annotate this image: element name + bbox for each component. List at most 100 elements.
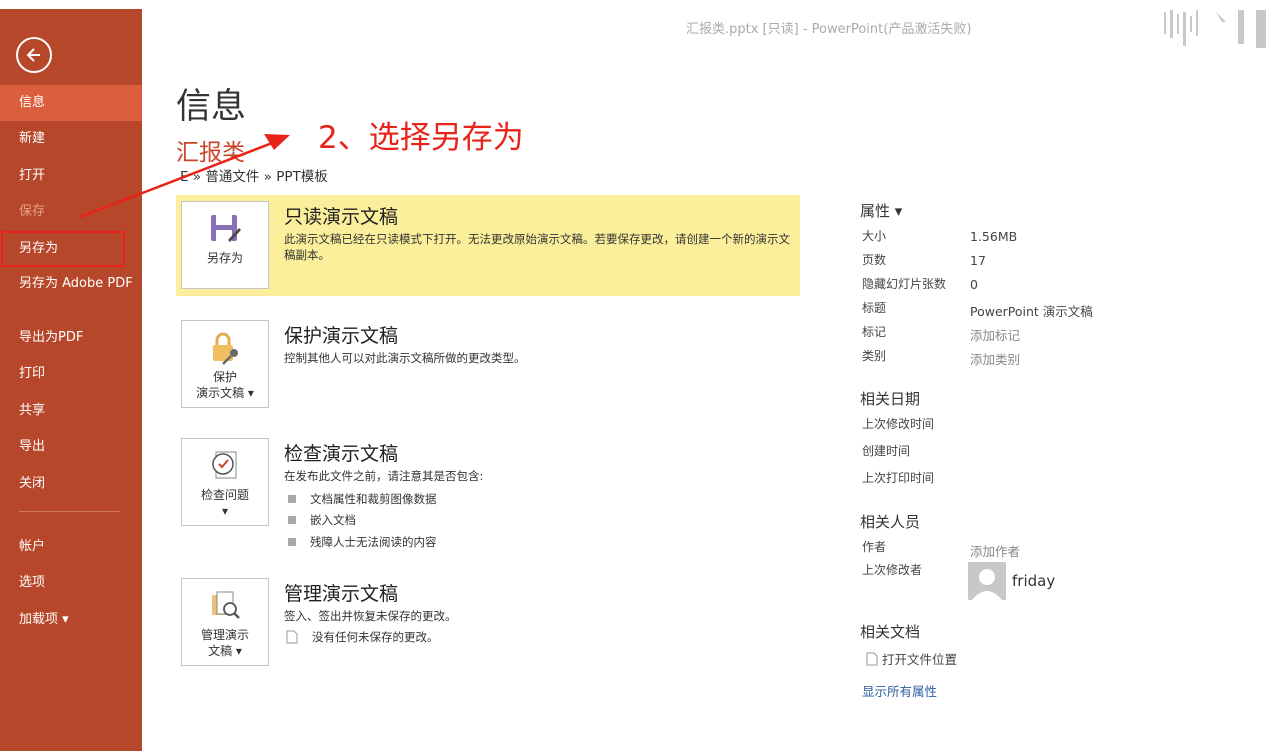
list-item: 没有任何未保存的更改。	[284, 626, 439, 648]
nav-close[interactable]: 关闭	[0, 466, 142, 502]
bullet-icon	[288, 537, 296, 546]
manage-note-text: 没有任何未保存的更改。	[312, 629, 439, 644]
backstage-sidebar: 信息 新建 打开 保存 另存为 另存为 Adobe PDF 导出为PDF 打印 …	[0, 9, 142, 751]
backstage-nav: 信息 新建 打开 保存 另存为 另存为 Adobe PDF 导出为PDF 打印 …	[0, 85, 142, 638]
prop-value-hidden-slides: 0	[970, 277, 978, 292]
avatar	[968, 562, 1006, 600]
protect-section: 保护 演示文稿 ▾ 保护演示文稿 控制其他人可以对此演示文稿所做的更改类型。	[176, 314, 800, 414]
show-all-properties-link[interactable]: 显示所有属性	[862, 681, 937, 700]
list-item: 嵌入文档	[284, 510, 437, 532]
bullet-icon	[288, 494, 296, 503]
lock-key-icon	[213, 332, 238, 365]
chevron-down-icon: ▾	[221, 504, 228, 518]
nav-save[interactable]: 保存	[0, 194, 142, 230]
protect-desc: 控制其他人可以对此演示文稿所做的更改类型。	[284, 351, 526, 365]
list-item: 文档属性和裁剪图像数据	[284, 488, 437, 510]
read-only-desc: 此演示文稿已经在只读模式下打开。无法更改原始演示文稿。若要保存更改，请创建一个新…	[284, 232, 790, 262]
window-title: 汇报类.pptx [只读] - PowerPoint(产品激活失败)	[686, 22, 972, 37]
add-category-field[interactable]: 添加类别	[970, 349, 1020, 368]
prop-label-pages: 页数	[862, 253, 887, 267]
breadcrumb[interactable]: E » 普通文件 » PPT模板	[180, 165, 328, 185]
inspect-title: 检查演示文稿	[284, 443, 399, 465]
open-file-location-label: 打开文件位置	[882, 652, 958, 667]
nav-options[interactable]: 选项	[0, 565, 142, 601]
check-issues-label-text: 检查问题	[200, 488, 249, 502]
last-modified-label: 上次修改时间	[862, 417, 935, 431]
manage-desc: 签入、签出并恢复未保存的更改。	[284, 609, 457, 623]
add-author-field[interactable]: 添加作者	[970, 541, 1020, 560]
nav-share[interactable]: 共享	[0, 393, 142, 429]
related-people-header: 相关人员	[860, 513, 921, 531]
back-arrow-icon[interactable]	[16, 37, 52, 73]
instruction-annotation: 2、选择另存为	[318, 120, 524, 156]
check-issues-label: 检查问题 ▾	[201, 487, 249, 519]
author-label: 作者	[862, 540, 887, 554]
open-file-location-link[interactable]: 打开文件位置	[866, 649, 957, 668]
prop-label-category: 类别	[862, 349, 887, 363]
prop-label-hidden-slides: 隐藏幻灯片张数	[862, 277, 947, 291]
nav-account[interactable]: 帐户	[0, 529, 142, 565]
decorative-bars-icon	[1164, 10, 1266, 48]
inspect-section: 检查问题 ▾ 检查演示文稿 在发布此文件之前，请注意其是否包含: 文档属性和裁剪…	[176, 432, 800, 557]
manage-button-label: 管理演示 文稿 ▾	[201, 627, 249, 659]
nav-open[interactable]: 打开	[0, 158, 142, 194]
manage-label-line2: 文稿 ▾	[208, 644, 242, 658]
last-modified-by-label: 上次修改者	[862, 563, 923, 577]
bullet-text: 文档属性和裁剪图像数据	[310, 491, 437, 506]
document-icon	[286, 630, 298, 644]
protect-presentation-button[interactable]: 保护 演示文稿 ▾	[181, 320, 269, 408]
properties-header[interactable]: 属性 ▾	[860, 200, 1270, 221]
manage-section: 管理演示 文稿 ▾ 管理演示文稿 签入、签出并恢复未保存的更改。 没有任何未保存…	[176, 572, 800, 672]
manage-note: 没有任何未保存的更改。	[284, 626, 439, 648]
nav-addins[interactable]: 加载项 ▾	[0, 602, 142, 638]
bullet-icon	[288, 516, 296, 525]
related-dates-header: 相关日期	[860, 390, 921, 408]
inspect-desc: 在发布此文件之前，请注意其是否包含:	[284, 469, 484, 483]
prop-value-size: 1.56MB	[970, 229, 1018, 244]
related-documents-header: 相关文档	[860, 623, 921, 641]
user-avatar-icon	[968, 562, 1006, 600]
read-only-title: 只读演示文稿	[284, 206, 399, 228]
bullet-text: 残障人士无法阅读的内容	[310, 534, 437, 549]
bullet-text: 嵌入文档	[310, 513, 356, 528]
inspect-document-icon	[212, 451, 237, 479]
file-name: 汇报类	[176, 140, 245, 166]
check-for-issues-button[interactable]: 检查问题 ▾	[181, 438, 269, 526]
nav-divider	[19, 510, 120, 512]
manage-document-icon	[212, 591, 240, 619]
save-as-highlight-box	[1, 230, 125, 267]
prop-value-title[interactable]: PowerPoint 演示文稿	[970, 301, 1093, 320]
document-icon	[866, 652, 878, 665]
protect-title: 保护演示文稿	[284, 325, 399, 347]
manage-title: 管理演示文稿	[284, 583, 399, 605]
prop-label-title: 标题	[862, 301, 887, 315]
prop-label-size: 大小	[862, 229, 887, 243]
properties-panel: 属性 ▾ 大小 1.56MB 页数 17 隐藏幻灯片张数 0 标题 PowerP…	[860, 200, 1270, 699]
created-label: 创建时间	[862, 444, 911, 458]
read-only-section: 另存为 只读演示文稿 此演示文稿已经在只读模式下打开。无法更改原始演示文稿。若要…	[176, 195, 800, 296]
prop-value-pages: 17	[970, 253, 986, 268]
protect-label-line2: 演示文稿 ▾	[196, 386, 254, 400]
nav-print[interactable]: 打印	[0, 356, 142, 392]
nav-save-as[interactable]: 另存为	[0, 230, 142, 267]
save-as-button-label: 另存为	[206, 251, 243, 265]
manage-presentation-button[interactable]: 管理演示 文稿 ▾	[181, 578, 269, 666]
save-as-button[interactable]: 另存为	[181, 201, 269, 289]
add-tags-field[interactable]: 添加标记	[970, 325, 1020, 344]
last-modified-by-name: friday	[1012, 572, 1056, 590]
top-strip	[0, 0, 1280, 9]
nav-save-as-adobe-pdf[interactable]: 另存为 Adobe PDF	[0, 267, 142, 320]
protect-button-label: 保护 演示文稿 ▾	[196, 369, 254, 401]
nav-info[interactable]: 信息	[0, 85, 142, 122]
inspect-bullet-list: 文档属性和裁剪图像数据 嵌入文档 残障人士无法阅读的内容	[284, 488, 437, 553]
last-printed-label: 上次打印时间	[862, 471, 935, 485]
nav-export[interactable]: 导出	[0, 429, 142, 465]
nav-export-pdf[interactable]: 导出为PDF	[0, 320, 142, 356]
page-title: 信息	[176, 87, 247, 127]
prop-label-tags: 标记	[862, 325, 887, 339]
protect-label-line1: 保护	[212, 370, 237, 384]
floppy-disk-icon	[211, 215, 241, 242]
manage-label-line1: 管理演示	[200, 628, 249, 642]
list-item: 残障人士无法阅读的内容	[284, 531, 437, 553]
nav-new[interactable]: 新建	[0, 121, 142, 157]
